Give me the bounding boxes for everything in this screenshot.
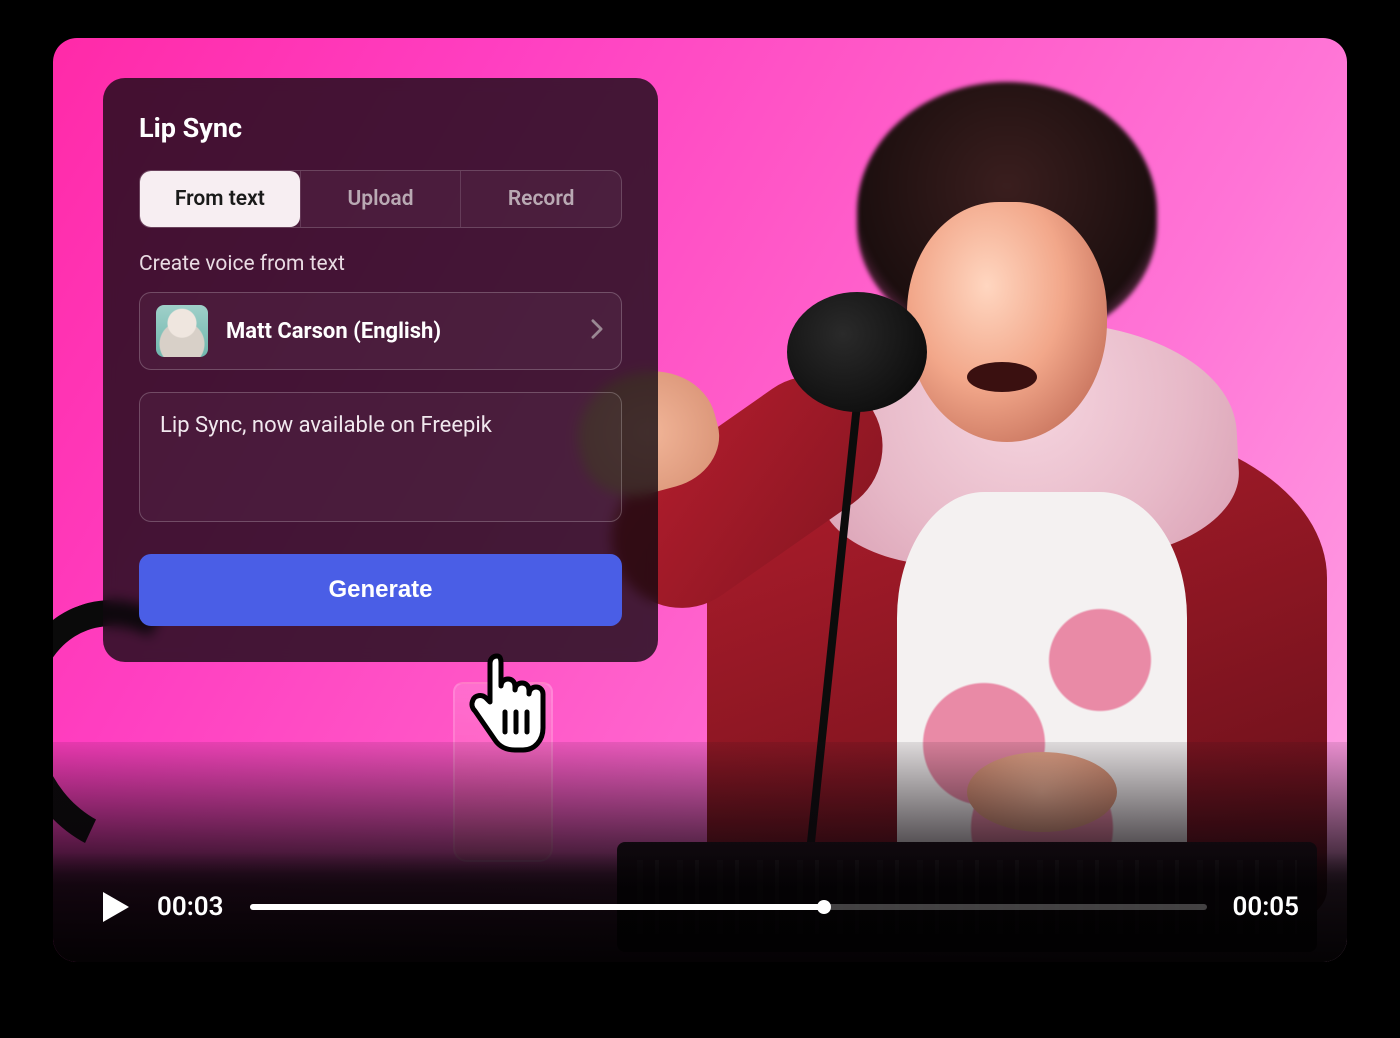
voice-avatar	[156, 305, 208, 357]
generate-button[interactable]: Generate	[139, 554, 622, 626]
speech-text-input[interactable]	[139, 392, 622, 522]
progress-bar[interactable]	[250, 904, 1207, 910]
progress-fill	[250, 904, 824, 910]
panel-title: Lip Sync	[139, 112, 622, 144]
chevron-right-icon	[589, 318, 605, 344]
duration: 00:05	[1233, 892, 1300, 922]
tab-upload[interactable]: Upload	[300, 171, 461, 227]
video-stage: Lip Sync From text Upload Record Create …	[53, 38, 1347, 962]
input-mode-tabs: From text Upload Record	[139, 170, 622, 228]
voice-name: Matt Carson (English)	[226, 319, 571, 344]
video-controls: 00:03 00:05	[53, 852, 1347, 962]
progress-thumb[interactable]	[817, 900, 831, 914]
section-label: Create voice from text	[139, 252, 622, 276]
play-button[interactable]	[101, 890, 131, 924]
voice-selector[interactable]: Matt Carson (English)	[139, 292, 622, 370]
tab-from-text[interactable]: From text	[140, 171, 300, 227]
current-time: 00:03	[157, 892, 224, 922]
lip-sync-panel: Lip Sync From text Upload Record Create …	[103, 78, 658, 662]
tab-record[interactable]: Record	[460, 171, 621, 227]
